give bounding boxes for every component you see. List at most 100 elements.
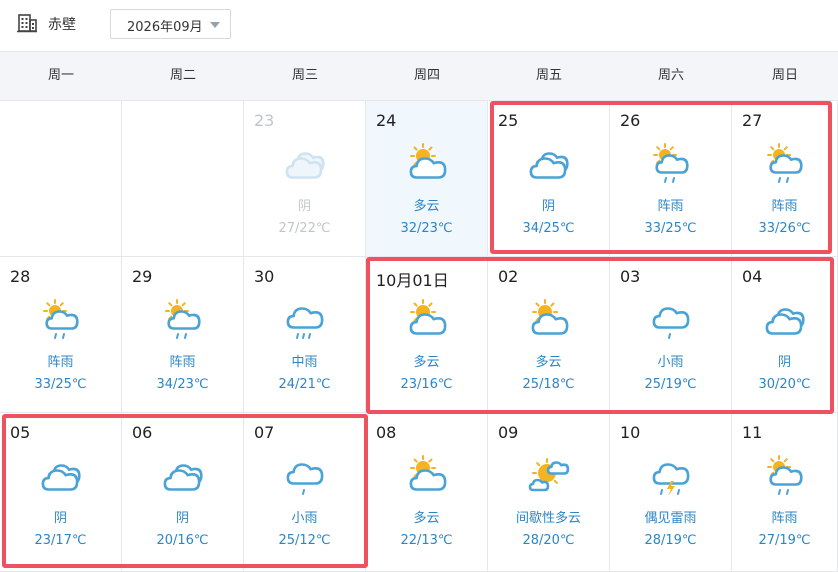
weekday-label: 周日 (771, 68, 798, 83)
day-cell[interactable]: 03 小雨 25/19℃ (610, 257, 732, 413)
partly-cloudy-icon (409, 299, 446, 335)
day-cell[interactable]: 08 多云 22/13℃ (366, 413, 488, 572)
day-number: 11 (742, 423, 763, 442)
day-number: 08 (376, 423, 397, 442)
temperature-range: 28/20℃ (522, 533, 575, 548)
weather-condition: 阵雨 (657, 199, 684, 214)
temperature-range: 24/21℃ (278, 377, 331, 392)
temperature-range: 25/18℃ (522, 377, 575, 392)
day-number: 05 (10, 423, 31, 442)
day-cell[interactable]: 30 中雨 24/21℃ (244, 257, 366, 413)
day-number: 23 (254, 111, 275, 130)
empty-day-cell (0, 101, 122, 257)
cloudy-icon (765, 308, 805, 335)
weather-condition: 阴 (53, 511, 67, 526)
temperature-range: 33/25℃ (34, 377, 87, 392)
building-icon (17, 14, 37, 33)
weather-condition: 阵雨 (169, 355, 196, 370)
day-cell[interactable]: 26 阵雨 33/25℃ (610, 101, 732, 257)
weather-condition: 中雨 (291, 355, 318, 370)
day-number: 06 (132, 423, 153, 442)
weather-condition: 多云 (413, 199, 440, 214)
day-cell[interactable]: 10月01日多云 23/16℃ (366, 257, 488, 413)
temperature-range: 33/26℃ (758, 221, 811, 236)
light-rain-icon (652, 307, 689, 339)
temperature-range: 30/20℃ (758, 377, 811, 392)
day-number: 29 (132, 267, 153, 286)
day-cell[interactable]: 05 阴 23/17℃ (0, 413, 122, 572)
weather-condition: 小雨 (291, 511, 318, 526)
day-cell[interactable]: 28 阵雨 33/25℃ (0, 257, 122, 413)
day-cell[interactable]: 06 阴 20/16℃ (122, 413, 244, 572)
temperature-range: 23/16℃ (400, 377, 453, 392)
shower-icon (164, 299, 201, 339)
month-select[interactable]: 2026年09月 (110, 9, 231, 39)
weather-condition: 间歇性多云 (515, 511, 581, 526)
weather-condition: 阴 (297, 199, 311, 214)
weather-condition: 阴 (175, 511, 189, 526)
day-number: 03 (620, 267, 641, 286)
top-bar: 赤壁 2026年09月 (0, 0, 838, 52)
empty-day-cell (122, 101, 244, 257)
day-cell[interactable]: 07 小雨 25/12℃ (244, 413, 366, 572)
day-number: 27 (742, 111, 763, 130)
weekday-label: 周五 (535, 68, 562, 83)
intermittent-cloudy-icon (528, 458, 569, 492)
shower-icon (766, 143, 803, 183)
shower-icon (766, 455, 803, 495)
day-cell[interactable]: 25 阴 34/25℃ (488, 101, 610, 257)
weather-condition: 阵雨 (771, 199, 798, 214)
day-cell[interactable]: 29 阵雨 34/23℃ (122, 257, 244, 413)
temperature-range: 34/23℃ (156, 377, 209, 392)
day-cell[interactable]: 10 偶见雷雨 28/19℃ (610, 413, 732, 572)
day-number: 04 (742, 267, 763, 286)
day-number: 28 (10, 267, 31, 286)
temperature-range: 27/19℃ (758, 533, 811, 548)
partly-cloudy-icon (409, 143, 446, 179)
day-cell[interactable]: 24 多云 32/23℃ (366, 101, 488, 257)
weekday-label: 周四 (413, 68, 440, 83)
weekday-label: 周二 (169, 68, 196, 83)
weather-condition: 偶见雷雨 (644, 511, 697, 526)
weather-condition: 阵雨 (771, 511, 798, 526)
weather-condition: 多云 (413, 511, 440, 526)
weekday-label: 周一 (47, 68, 74, 83)
weekday-header: 周一 周二 周三 周四 周五 周六 周日 (0, 52, 838, 101)
temperature-range: 22/13℃ (400, 533, 453, 548)
day-cell[interactable]: 02 多云 25/18℃ (488, 257, 610, 413)
day-number: 25 (498, 111, 519, 130)
shower-icon (42, 299, 79, 339)
day-cell[interactable]: 27 阵雨 33/26℃ (732, 101, 838, 257)
day-number: 10月01日 (376, 271, 449, 290)
shower-icon (652, 143, 689, 183)
moderate-rain-icon (286, 307, 323, 339)
day-number: 26 (620, 111, 641, 130)
day-number: 24 (376, 111, 397, 130)
day-cell[interactable]: 04 阴 30/20℃ (732, 257, 838, 413)
weather-condition: 多云 (413, 355, 440, 370)
temperature-range: 25/12℃ (278, 533, 331, 548)
day-cell[interactable]: 11 阵雨 27/19℃ (732, 413, 838, 572)
temperature-range: 34/25℃ (522, 221, 575, 236)
temperature-range: 25/19℃ (644, 377, 697, 392)
thunder-shower-icon (652, 463, 689, 496)
weather-condition: 小雨 (657, 355, 684, 370)
day-number: 09 (498, 423, 519, 442)
day-number: 10 (620, 423, 641, 442)
weekday-label: 周三 (291, 68, 318, 83)
partly-cloudy-icon (531, 299, 568, 335)
cloudy-icon (529, 152, 569, 179)
cloudy-icon (285, 152, 325, 179)
day-number: 07 (254, 423, 275, 442)
temperature-range: 23/17℃ (34, 533, 87, 548)
day-cell[interactable]: 09 间歇性多云 28/20℃ (488, 413, 610, 572)
weather-condition: 阴 (541, 199, 555, 214)
light-rain-icon (286, 463, 323, 495)
temperature-range: 32/23℃ (400, 221, 453, 236)
day-cell[interactable]: 23 阴 27/22℃ (244, 101, 366, 257)
month-select-value: 2026年09月 (127, 20, 203, 35)
weather-condition: 多云 (535, 355, 562, 370)
weather-condition: 阴 (777, 355, 791, 370)
temperature-range: 27/22℃ (278, 221, 331, 236)
city-name: 赤壁 (48, 17, 76, 33)
